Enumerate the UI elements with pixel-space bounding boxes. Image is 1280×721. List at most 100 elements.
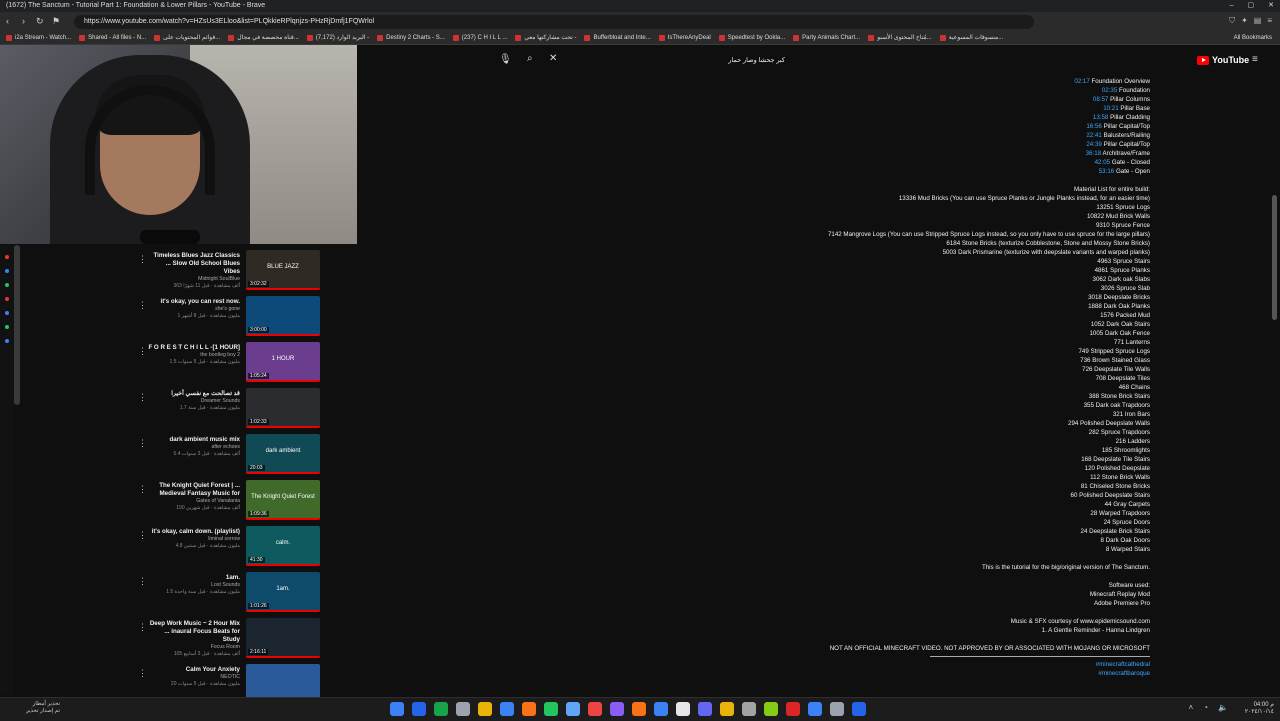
more-options-icon[interactable]: ⋮ xyxy=(138,484,147,495)
chapter-timestamp[interactable]: 24:39 xyxy=(1086,141,1101,148)
playlist-thumbnail[interactable]: 1am. 1:01:26 xyxy=(246,572,320,612)
rail-dot-icon[interactable] xyxy=(5,255,9,259)
voice-search-icon[interactable]: 🎙 xyxy=(499,54,512,65)
bookmark-item[interactable]: (237) C H I L L ... xyxy=(452,32,507,44)
taskbar-app-icon[interactable] xyxy=(764,702,778,716)
page-scrollbar[interactable] xyxy=(1272,195,1277,320)
chapter-timestamp[interactable]: 36:18 xyxy=(1086,150,1101,157)
chapter-timestamp[interactable]: 02:17 xyxy=(1074,78,1089,85)
playlist-item-channel[interactable]: after echoes xyxy=(148,444,240,451)
taskbar-app-icon[interactable] xyxy=(654,702,668,716)
playlist-item-title[interactable]: it's okay, calm down. (playlist) xyxy=(148,528,240,536)
playlist-item-channel[interactable]: Lost Sounds xyxy=(148,582,240,589)
taskbar-app-icon[interactable] xyxy=(698,702,712,716)
taskbar-app-icon[interactable] xyxy=(566,702,580,716)
taskbar-app-icon[interactable] xyxy=(478,702,492,716)
forward-icon[interactable]: › xyxy=(22,16,25,26)
more-options-icon[interactable]: ⋮ xyxy=(138,576,147,587)
bookmark-item[interactable]: قوائم المحتويات على... xyxy=(154,32,220,44)
hashtag-link[interactable]: #minecraftbaroque xyxy=(760,669,1150,678)
rail-dot-icon[interactable] xyxy=(5,339,9,343)
playlist-item[interactable]: ⋮ Deep Work Music ~ 2 Hour Mix ... inaura… xyxy=(130,614,322,660)
more-options-icon[interactable]: ⋮ xyxy=(138,392,147,403)
bookmark-item[interactable]: مُتاح المحتوى الأسبو... xyxy=(868,32,932,44)
sidebar-icon[interactable]: ▤ xyxy=(1254,16,1262,26)
playlist-item[interactable]: ⋮ 1am. Lost Sounds 1.5 مليون مشاهدة · قبل س… xyxy=(130,568,322,614)
close-icon[interactable]: ✕ xyxy=(1268,0,1274,12)
taskbar-app-icon[interactable] xyxy=(632,702,646,716)
rail-dot-icon[interactable] xyxy=(5,283,9,287)
bookmark-item[interactable]: منسوقات المسوعية... xyxy=(939,32,1003,44)
rail-dot-icon[interactable] xyxy=(5,311,9,315)
playlist-thumbnail[interactable]: 1:02:33 xyxy=(246,388,320,428)
playlist-thumbnail[interactable]: 1 HOUR 1:05:24 xyxy=(246,342,320,382)
taskbar-app-icon[interactable] xyxy=(434,702,448,716)
wifi-icon[interactable]: ◔ xyxy=(1203,703,1208,712)
bookmark-icon[interactable]: ⚑ xyxy=(52,16,60,27)
all-bookmarks[interactable]: All Bookmarks xyxy=(1234,32,1272,45)
shield-icon[interactable]: ⛉ xyxy=(1229,16,1235,26)
playlist-item-title[interactable]: Deep Work Music ~ 2 Hour Mix ... inaural… xyxy=(148,620,240,644)
youtube-logo[interactable]: YouTube xyxy=(1197,55,1249,65)
chapter-timestamp[interactable]: 16:56 xyxy=(1086,123,1101,130)
taskbar-app-icon[interactable] xyxy=(500,702,514,716)
back-icon[interactable]: ‹ xyxy=(6,16,9,26)
bookmark-item[interactable]: Bufferbloat and Inte... xyxy=(584,32,651,44)
maximize-icon[interactable]: ▢ xyxy=(1248,0,1255,12)
taskbar-app-icon[interactable] xyxy=(456,702,470,716)
playlist-item[interactable]: ⋮ The Knight Quiet Forest | ... Medieval … xyxy=(130,476,322,522)
chapter-timestamp[interactable]: 53:16 xyxy=(1099,168,1114,175)
weather-widget[interactable]: تحذير أمطار تم إصدار تحذير xyxy=(8,701,60,715)
playlist-thumbnail[interactable]: 2:16:11 xyxy=(246,618,320,658)
playlist-item-title[interactable]: it's okay, you can rest now. xyxy=(148,298,240,306)
minimize-icon[interactable]: – xyxy=(1230,0,1234,12)
more-options-icon[interactable]: ⋮ xyxy=(138,438,147,449)
playlist-item-title[interactable]: 1am. xyxy=(148,574,240,582)
taskbar-app-icon[interactable] xyxy=(742,702,756,716)
playlist-item-channel[interactable]: NEOTIC xyxy=(148,674,240,681)
search-icon[interactable]: ⌕ xyxy=(527,53,533,64)
bookmark-item[interactable]: Shared - All files - N... xyxy=(79,32,146,44)
chevron-up-icon[interactable]: ˄ xyxy=(1189,703,1194,712)
more-options-icon[interactable]: ⋮ xyxy=(138,254,147,265)
reload-icon[interactable]: ↻ xyxy=(36,16,44,27)
playlist-item-channel[interactable]: liminal sorrow xyxy=(148,536,240,543)
playlist-thumbnail[interactable]: BLUE JAZZ 3:02:32 xyxy=(246,250,320,290)
taskbar-app-icon[interactable] xyxy=(522,702,536,716)
taskbar-app-icon[interactable] xyxy=(676,702,690,716)
playlist-scrollbar[interactable] xyxy=(14,245,20,405)
taskbar-app-icon[interactable] xyxy=(808,702,822,716)
bookmark-item[interactable]: i2a Stream - Watch... xyxy=(6,32,71,44)
rail-dot-icon[interactable] xyxy=(5,325,9,329)
rail-dot-icon[interactable] xyxy=(5,269,9,273)
playlist-item-channel[interactable]: Gates of Vanalania xyxy=(148,498,240,505)
playlist-item[interactable]: ⋮ Timeless Blues Jazz Classics ... Slow O… xyxy=(130,246,322,292)
chapter-timestamp[interactable]: 02:35 xyxy=(1102,87,1117,94)
bookmark-item[interactable]: IsThereAnyDeal xyxy=(658,32,711,44)
bookmark-item[interactable]: تحت مشاركتها معي - xyxy=(515,32,576,44)
playlist-item[interactable]: ⋮ F O R E S T C H I L L -[1 HOUR] the boot… xyxy=(130,338,322,384)
taskbar-app-icon[interactable] xyxy=(830,702,844,716)
chapter-timestamp[interactable]: 22:41 xyxy=(1086,132,1101,139)
playlist-item-title[interactable]: Calm Your Anxiety xyxy=(148,666,240,674)
playlist-item-channel[interactable]: Midnight SoulBlue xyxy=(148,276,240,283)
rail-dot-icon[interactable] xyxy=(5,297,9,301)
taskbar-app-icon[interactable] xyxy=(852,702,866,716)
playlist-item-title[interactable]: F O R E S T C H I L L -[1 HOUR] xyxy=(148,344,240,352)
bookmark-item[interactable]: (7,172) البريد الوارد - xyxy=(306,32,369,44)
taskbar-app-icon[interactable] xyxy=(720,702,734,716)
hashtag-link[interactable]: #minecraftcathedral xyxy=(760,660,1150,669)
more-options-icon[interactable]: ⋮ xyxy=(138,668,147,679)
playlist-thumbnail[interactable]: calm. 41:30 xyxy=(246,526,320,566)
taskbar-app-icon[interactable] xyxy=(610,702,624,716)
more-options-icon[interactable]: ⋮ xyxy=(138,300,147,311)
clear-search-icon[interactable]: ✕ xyxy=(549,53,557,64)
playlist-item-channel[interactable]: the bootleg boy 2 xyxy=(148,352,240,359)
chapter-timestamp[interactable]: 08:57 xyxy=(1093,96,1108,103)
more-options-icon[interactable]: ⋮ xyxy=(138,346,147,357)
playlist-item-channel[interactable]: she's gone xyxy=(148,306,240,313)
taskbar-app-icon[interactable] xyxy=(412,702,426,716)
puzzle-icon[interactable]: ✦ xyxy=(1241,16,1248,26)
chapter-timestamp[interactable]: 42:05 xyxy=(1095,159,1110,166)
url-field[interactable]: https://www.youtube.com/watch?v=HZsUs3EL… xyxy=(74,15,1034,29)
